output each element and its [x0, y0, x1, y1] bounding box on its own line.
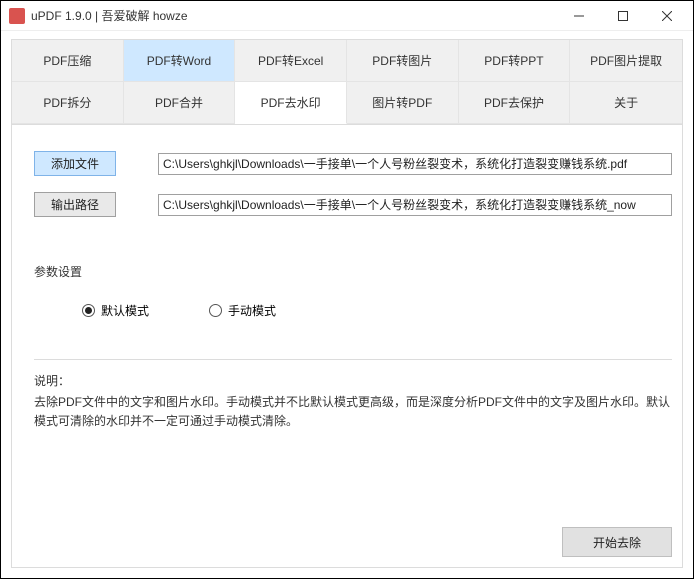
description-text: 去除PDF文件中的文字和图片水印。手动模式并不比默认模式更高级，而是深度分析PD…	[34, 393, 672, 430]
parameters-label: 参数设置	[34, 263, 672, 280]
path-text: C:\Users\ghkjl\Downloads\一手接单\一个人号粉丝裂变术，…	[163, 155, 627, 172]
radio-label: 默认模式	[101, 302, 149, 319]
description-label: 说明：	[34, 372, 672, 389]
default-mode-radio[interactable]: 默认模式	[82, 302, 149, 319]
divider	[34, 359, 672, 360]
main-panel: 添加文件 C:\Users\ghkjl\Downloads\一手接单\一个人号粉…	[11, 125, 683, 568]
window-controls	[557, 2, 689, 30]
app-icon	[9, 8, 25, 24]
tab-label: PDF转Excel	[258, 52, 323, 69]
tab-label: 关于	[614, 94, 638, 111]
close-button[interactable]	[645, 2, 689, 30]
footer: 开始去除	[34, 515, 672, 557]
button-label: 开始去除	[593, 534, 641, 551]
start-button[interactable]: 开始去除	[562, 527, 672, 557]
tab-pdf-to-ppt[interactable]: PDF转PPT	[459, 40, 571, 82]
minimize-icon	[574, 11, 584, 21]
maximize-button[interactable]	[601, 2, 645, 30]
tab-pdf-merge[interactable]: PDF合并	[124, 82, 236, 124]
tab-label: PDF去水印	[261, 94, 321, 111]
minimize-button[interactable]	[557, 2, 601, 30]
tab-pdf-split[interactable]: PDF拆分	[12, 82, 124, 124]
output-path-row: 输出路径 C:\Users\ghkjl\Downloads\一手接单\一个人号粉…	[34, 192, 672, 217]
button-label: 输出路径	[51, 196, 99, 213]
titlebar: uPDF 1.9.0 | 吾爱破解 howze	[1, 1, 693, 31]
tab-pdf-to-excel[interactable]: PDF转Excel	[235, 40, 347, 82]
tab-pdf-remove-watermark[interactable]: PDF去水印	[235, 82, 347, 124]
close-icon	[662, 11, 672, 21]
tab-label: PDF压缩	[43, 52, 91, 69]
tab-label: PDF拆分	[43, 94, 91, 111]
radio-unchecked-icon	[209, 304, 222, 317]
tab-label: PDF转图片	[372, 52, 432, 69]
content-area: PDF压缩 PDF转Word PDF转Excel PDF转图片 PDF转PPT …	[1, 31, 693, 578]
tab-pdf-to-image[interactable]: PDF转图片	[347, 40, 459, 82]
add-file-button[interactable]: 添加文件	[34, 151, 116, 176]
mode-radio-group: 默认模式 手动模式	[34, 302, 672, 319]
tab-label: PDF转Word	[147, 52, 211, 69]
output-path-button[interactable]: 输出路径	[34, 192, 116, 217]
tab-label: PDF合并	[155, 94, 203, 111]
tab-pdf-extract-image[interactable]: PDF图片提取	[570, 40, 682, 82]
window-title: uPDF 1.9.0 | 吾爱破解 howze	[31, 7, 557, 24]
tab-bar: PDF压缩 PDF转Word PDF转Excel PDF转图片 PDF转PPT …	[11, 39, 683, 125]
radio-checked-icon	[82, 304, 95, 317]
radio-label: 手动模式	[228, 302, 276, 319]
tab-label: PDF图片提取	[590, 52, 662, 69]
path-text: C:\Users\ghkjl\Downloads\一手接单\一个人号粉丝裂变术，…	[163, 196, 636, 213]
input-file-row: 添加文件 C:\Users\ghkjl\Downloads\一手接单\一个人号粉…	[34, 151, 672, 176]
tab-pdf-compress[interactable]: PDF压缩	[12, 40, 124, 82]
tab-pdf-to-word[interactable]: PDF转Word	[124, 40, 236, 82]
maximize-icon	[618, 11, 628, 21]
button-label: 添加文件	[51, 155, 99, 172]
tab-label: PDF去保护	[484, 94, 544, 111]
tab-pdf-remove-protection[interactable]: PDF去保护	[459, 82, 571, 124]
tab-label: 图片转PDF	[372, 94, 432, 111]
manual-mode-radio[interactable]: 手动模式	[209, 302, 276, 319]
tab-image-to-pdf[interactable]: 图片转PDF	[347, 82, 459, 124]
output-path-field[interactable]: C:\Users\ghkjl\Downloads\一手接单\一个人号粉丝裂变术，…	[158, 194, 672, 216]
tab-about[interactable]: 关于	[570, 82, 682, 124]
tab-label: PDF转PPT	[484, 52, 543, 69]
input-path-field[interactable]: C:\Users\ghkjl\Downloads\一手接单\一个人号粉丝裂变术，…	[158, 153, 672, 175]
